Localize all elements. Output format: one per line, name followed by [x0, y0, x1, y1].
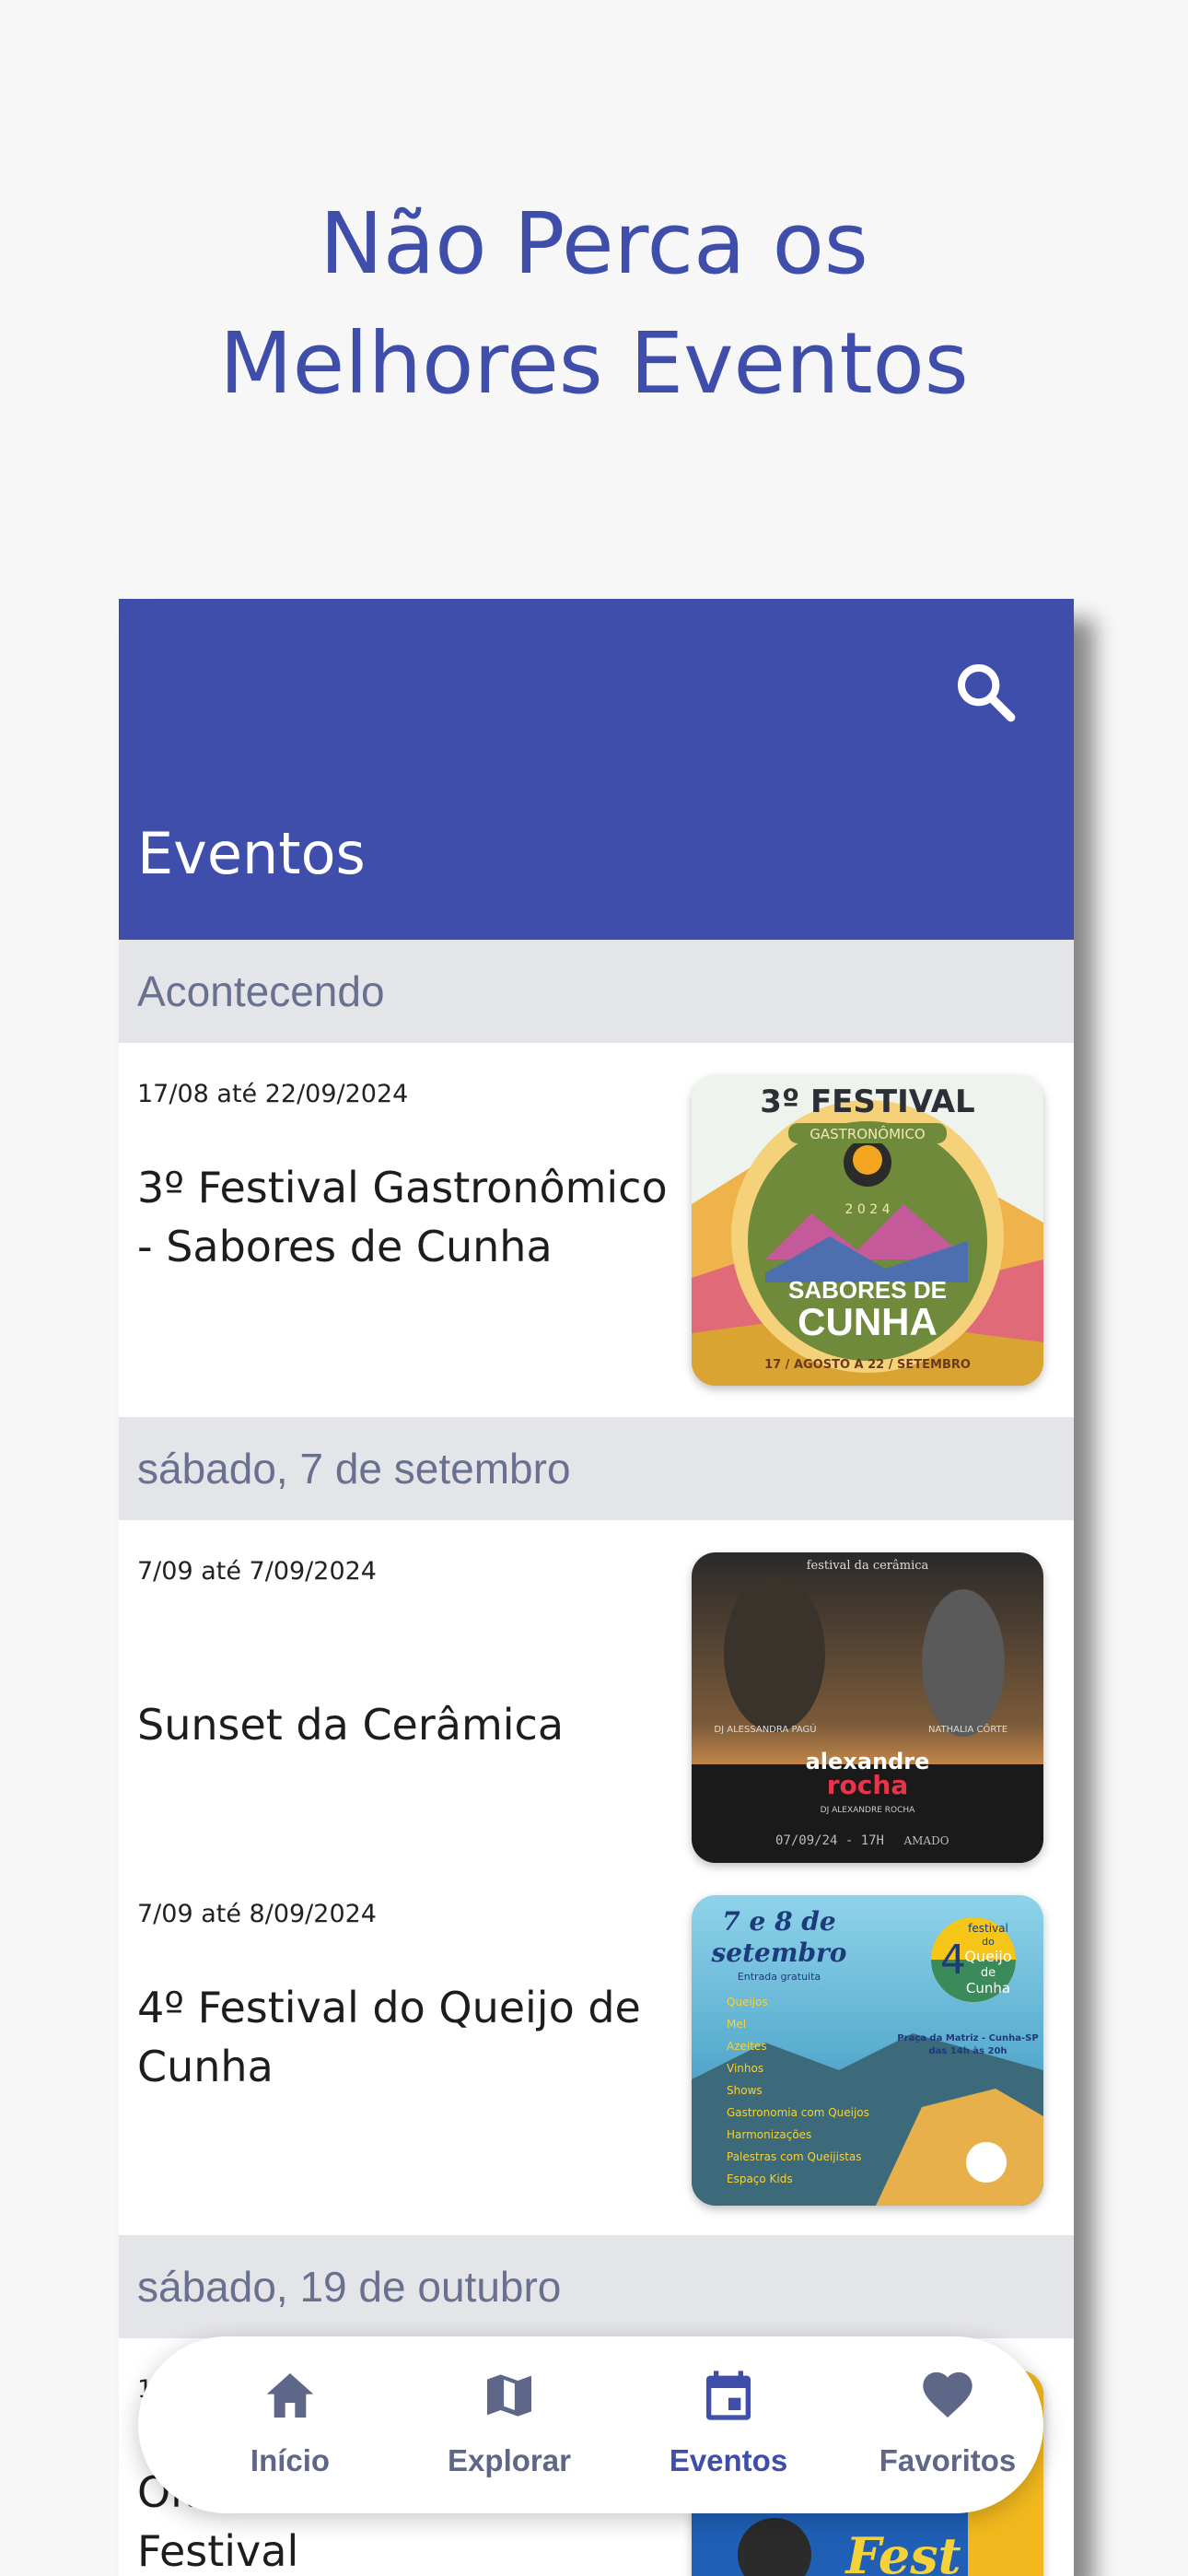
event-title: 4º Festival do Queijo de Cunha: [137, 1983, 641, 2091]
svg-text:Queijo: Queijo: [964, 1948, 1011, 1965]
map-icon: [487, 2374, 531, 2417]
event-image: 7 e 8 de setembro Entrada gratuita 4 fes…: [692, 1895, 1043, 2206]
svg-text:Shows: Shows: [727, 2084, 763, 2097]
svg-text:Azeites: Azeites: [727, 2040, 767, 2053]
search-button[interactable]: [949, 656, 1023, 730]
svg-text:Harmonizações: Harmonizações: [727, 2128, 811, 2141]
app-bar: Eventos: [119, 599, 1074, 940]
festival-gastronomico-poster: 3º FESTIVAL GASTRONÔMICO 2 0 2 4 SABORES…: [692, 1075, 1043, 1386]
event-date: 17/08 até 22/09/2024: [137, 1080, 409, 1108]
svg-text:Fest: Fest: [844, 2526, 961, 2576]
svg-text:festival da cerâmica: festival da cerâmica: [807, 1559, 929, 1573]
svg-text:DJ ALESSANDRA PAGÚ: DJ ALESSANDRA PAGÚ: [714, 1723, 816, 1735]
svg-text:Palestras com Queijistas: Palestras com Queijistas: [727, 2150, 862, 2163]
svg-text:17 / AGOSTO A 22 / SETEMBRO: 17 / AGOSTO A 22 / SETEMBRO: [764, 1358, 971, 1372]
event-image: 3º FESTIVAL GASTRONÔMICO 2 0 2 4 SABORES…: [692, 1075, 1043, 1386]
svg-text:setembro: setembro: [711, 1938, 847, 1968]
svg-text:de: de: [981, 1966, 996, 1980]
svg-text:Mel: Mel: [727, 2018, 746, 2031]
svg-text:GASTRONÔMICO: GASTRONÔMICO: [809, 1125, 925, 1142]
svg-text:Queijos: Queijos: [727, 1996, 768, 2008]
svg-text:AMADO: AMADO: [903, 1834, 949, 1847]
page-title: Eventos: [137, 820, 366, 887]
section-header-19-outubro: sábado, 19 de outubro: [119, 2235, 1074, 2338]
nav-item-favoritos[interactable]: Favoritos: [837, 2336, 1058, 2513]
search-icon: [958, 664, 1016, 722]
svg-text:NATHALIA CÔRTE: NATHALIA CÔRTE: [928, 1723, 1007, 1735]
svg-text:Espaço Kids: Espaço Kids: [727, 2172, 793, 2185]
bottom-navigation: Início Explorar Eventos Favoritos: [138, 2336, 1043, 2513]
nav-label: Favoritos: [879, 2443, 1017, 2477]
nav-label: Início: [250, 2443, 331, 2477]
svg-text:Cunha: Cunha: [966, 1980, 1010, 1996]
nav-label: Explorar: [448, 2443, 571, 2477]
calendar-icon: [706, 2371, 751, 2420]
svg-text:Vinhos: Vinhos: [727, 2062, 763, 2075]
svg-text:2 0 2 4: 2 0 2 4: [845, 1202, 891, 1217]
event-title: Sunset da Cerâmica: [137, 1700, 565, 1750]
svg-text:Gastronomia com Queijos: Gastronomia com Queijos: [727, 2106, 869, 2119]
svg-text:07/09/24 - 17H: 07/09/24 - 17H: [775, 1833, 884, 1848]
nav-item-eventos[interactable]: Eventos: [618, 2336, 839, 2513]
nav-label: Eventos: [669, 2443, 788, 2477]
svg-text:CUNHA: CUNHA: [798, 1300, 938, 1343]
phone-screen: Eventos Acontecendo 17/08 até 22/09/2024…: [119, 599, 1074, 2576]
page-headline: Não Perca os Melhores Eventos: [0, 184, 1188, 424]
nav-item-inicio[interactable]: Início: [180, 2336, 401, 2513]
svg-text:rocha: rocha: [827, 1770, 908, 1800]
event-date: 7/09 até 7/09/2024: [137, 1557, 377, 1586]
event-card[interactable]: 7/09 até 7/09/2024 Sunset da Cerâmica fe…: [119, 1520, 1074, 1863]
event-title: 3º Festival Gastronômico - Sabores de Cu…: [137, 1163, 668, 1271]
section-header-acontecendo: Acontecendo: [119, 940, 1074, 1043]
event-card[interactable]: 17/08 até 22/09/2024 3º Festival Gastron…: [119, 1043, 1074, 1386]
svg-text:do: do: [982, 1936, 995, 1948]
svg-text:DJ ALEXANDRE ROCHA: DJ ALEXANDRE ROCHA: [821, 1806, 915, 1815]
headline-line-2: Melhores Eventos: [219, 314, 969, 413]
home-icon: [266, 2373, 314, 2418]
section-header-7-setembro: sábado, 7 de setembro: [119, 1417, 1074, 1520]
event-date: 7/09 até 8/09/2024: [137, 1900, 377, 1928]
event-card[interactable]: 7/09 até 8/09/2024 4º Festival do Queijo…: [119, 1863, 1074, 2206]
sunset-ceramica-poster: festival da cerâmica DJ ALESSANDRA PAGÚ …: [692, 1552, 1043, 1863]
heart-icon: [923, 2371, 973, 2418]
event-image: festival da cerâmica DJ ALESSANDRA PAGÚ …: [692, 1552, 1043, 1863]
nav-item-explorar[interactable]: Explorar: [399, 2336, 620, 2513]
svg-text:4: 4: [940, 1937, 966, 1984]
svg-text:das 14h às 20h: das 14h às 20h: [928, 2045, 1007, 2056]
svg-text:festival: festival: [968, 1922, 1008, 1935]
festival-queijo-poster: 7 e 8 de setembro Entrada gratuita 4 fes…: [692, 1895, 1043, 2206]
svg-text:7 e 8 de: 7 e 8 de: [722, 1906, 835, 1937]
headline-line-1: Não Perca os: [320, 194, 868, 293]
svg-text:Praça da Matriz - Cunha-SP: Praça da Matriz - Cunha-SP: [897, 2033, 1038, 2043]
svg-text:3º FESTIVAL: 3º FESTIVAL: [760, 1083, 974, 1120]
svg-text:Entrada gratuita: Entrada gratuita: [738, 1971, 821, 1983]
